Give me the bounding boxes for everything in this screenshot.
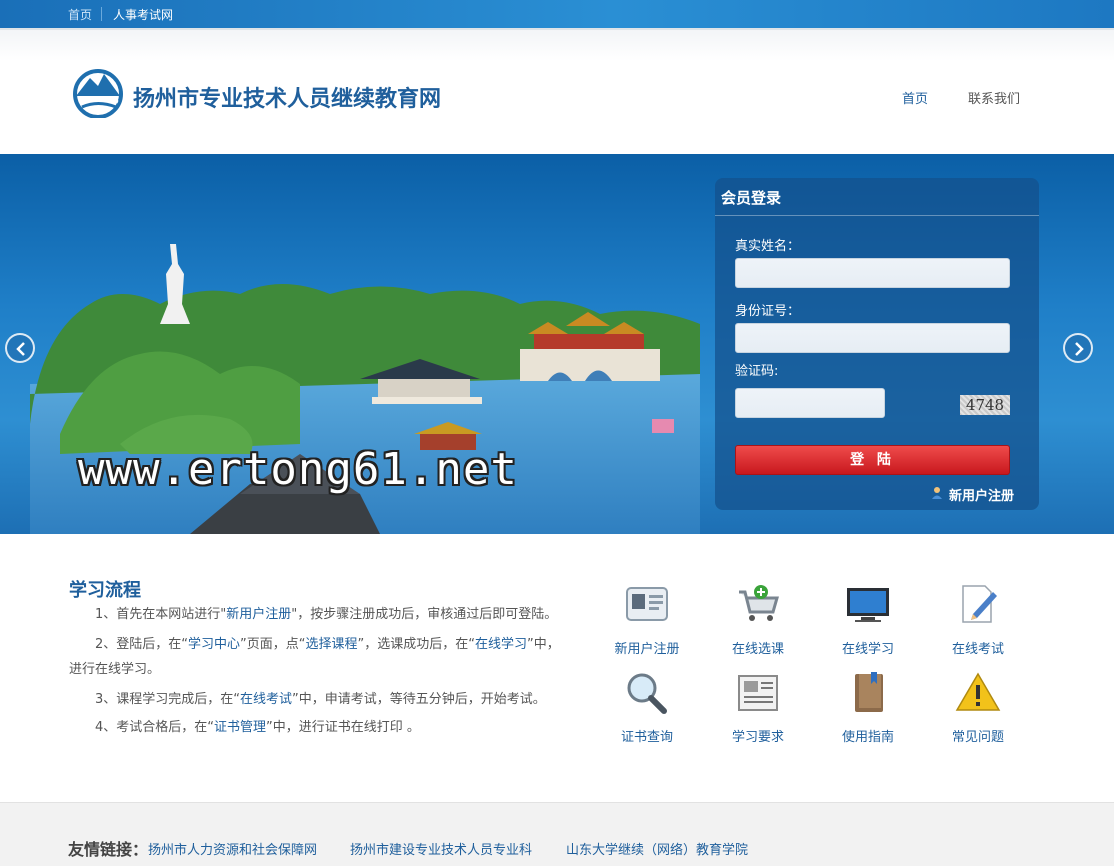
carousel-prev-button[interactable] <box>5 333 35 363</box>
quick-link-label: 证书查询 <box>620 730 673 745</box>
register-label: 新用户注册 <box>949 489 1015 504</box>
step1-text-a: 1、首先在本网站进行" <box>95 607 227 622</box>
top-bar: 首页 人事考试网 <box>0 0 1114 28</box>
hero-banner: www.ertong61.net 会员登录 真实姓名： 身份证号： 验证码: 4… <box>0 154 1114 534</box>
login-title: 会员登录 <box>721 189 782 207</box>
real-name-input[interactable] <box>735 258 1010 288</box>
process-step-4: 4、考试合格后，在“证书管理”中，进行证书在线打印 。 <box>69 715 569 740</box>
step2-study-center-link[interactable]: 学习中心 <box>188 637 240 652</box>
topbar-home-link[interactable]: 首页 <box>68 6 92 23</box>
warning-icon <box>955 672 1001 718</box>
step4-text-b: ”中，进行证书在线打印 。 <box>266 720 420 735</box>
id-card-icon <box>624 584 670 630</box>
quick-link-user-guide[interactable]: 使用指南 <box>823 672 913 745</box>
friend-link-hr-social-security[interactable]: 扬州市人力资源和社会保障网 <box>148 839 317 858</box>
process-step-3: 3、课程学习完成后，在“在线考试”中，申请考试，等待五分钟后，开始考试。 <box>69 687 569 712</box>
chevron-left-icon <box>16 342 25 356</box>
step1-text-b: "，按步骤注册成功后，审核通过后即可登陆。 <box>291 607 558 622</box>
step2-text-c: ”，选课成功后，在“ <box>357 637 476 652</box>
process-step-1: 1、首先在本网站进行"新用户注册"，按步骤注册成功后，审核通过后即可登陆。 <box>69 602 569 627</box>
shopping-cart-icon <box>735 584 781 630</box>
captcha-image[interactable]: 4748 <box>960 395 1010 415</box>
login-button[interactable]: 登 陆 <box>735 445 1010 475</box>
chevron-right-icon <box>1075 342 1084 356</box>
quick-link-label: 新用户注册 <box>614 642 680 657</box>
captcha-input[interactable] <box>735 388 885 418</box>
monitor-icon <box>845 584 891 630</box>
quick-link-label: 常见问题 <box>951 730 1004 745</box>
step4-certificate-link[interactable]: 证书管理 <box>214 720 266 735</box>
quick-link-online-exam[interactable]: 在线考试 <box>933 584 1023 657</box>
member-login-panel: 会员登录 真实姓名： 身份证号： 验证码: 4748 登 陆 新用户注册 <box>715 178 1039 510</box>
quick-link-label: 在线选课 <box>731 642 784 657</box>
carousel-next-button[interactable] <box>1063 333 1093 363</box>
step3-online-exam-link[interactable]: 在线考试 <box>240 692 292 707</box>
friend-links-footer: 友情链接： 扬州市人力资源和社会保障网 扬州市建设专业技术人员专业科 山东大学继… <box>0 802 1114 866</box>
user-icon <box>932 487 942 499</box>
process-step-2: 2、登陆后，在“学习中心”页面，点“选择课程”，选课成功后，在“在线学习”中，进… <box>69 632 569 682</box>
step2-text-b: ”页面，点“ <box>240 637 306 652</box>
login-divider <box>715 215 1039 216</box>
step2-text-a: 2、登陆后，在“ <box>95 637 189 652</box>
site-title[interactable]: 扬州市专业技术人员继续教育网 <box>133 81 441 113</box>
magnifier-icon <box>624 672 670 718</box>
step4-text-a: 4、考试合格后，在“ <box>95 720 215 735</box>
quick-link-study-requirements[interactable]: 学习要求 <box>713 672 803 745</box>
pencil-paper-icon <box>955 584 1001 630</box>
step3-text-a: 3、课程学习完成后，在“ <box>95 692 241 707</box>
id-number-label: 身份证号： <box>735 304 801 319</box>
study-process-title: 学习流程 <box>69 580 141 601</box>
id-number-input[interactable] <box>735 323 1010 353</box>
friend-link-construction-dept[interactable]: 扬州市建设专业技术人员专业科 <box>350 839 532 858</box>
captcha-label: 验证码: <box>735 364 779 379</box>
newspaper-icon <box>735 672 781 718</box>
quick-link-faq[interactable]: 常见问题 <box>933 672 1023 745</box>
quick-link-label: 在线学习 <box>841 642 894 657</box>
topbar-divider <box>101 7 102 21</box>
book-icon <box>845 672 891 718</box>
friend-link-shandong-university[interactable]: 山东大学继续（网络）教育学院 <box>566 839 748 858</box>
quick-link-online-study[interactable]: 在线学习 <box>823 584 913 657</box>
quick-link-label: 在线考试 <box>951 642 1004 657</box>
step3-text-b: ”中，申请考试，等待五分钟后，开始考试。 <box>292 692 546 707</box>
quick-link-label: 使用指南 <box>841 730 894 745</box>
watermark-text: www.ertong61.net <box>78 444 518 495</box>
step1-register-link[interactable]: 新用户注册 <box>226 607 291 622</box>
friend-links-label: 友情链接： <box>68 840 149 859</box>
site-logo-icon[interactable] <box>72 66 124 118</box>
quick-link-label: 学习要求 <box>731 730 784 745</box>
step2-choose-course-link[interactable]: 选择课程 <box>306 637 358 652</box>
real-name-label: 真实姓名： <box>735 239 801 254</box>
nav-contact-link[interactable]: 联系我们 <box>968 88 1020 107</box>
topbar-exam-site-link[interactable]: 人事考试网 <box>113 6 173 23</box>
nav-home-link[interactable]: 首页 <box>902 88 928 107</box>
quick-link-certificate-query[interactable]: 证书查询 <box>602 672 692 745</box>
site-header: 扬州市专业技术人员继续教育网 首页 联系我们 <box>0 28 1114 154</box>
quick-link-new-user[interactable]: 新用户注册 <box>602 584 692 657</box>
step2-online-study-link[interactable]: 在线学习 <box>475 637 527 652</box>
quick-link-course-select[interactable]: 在线选课 <box>713 584 803 657</box>
